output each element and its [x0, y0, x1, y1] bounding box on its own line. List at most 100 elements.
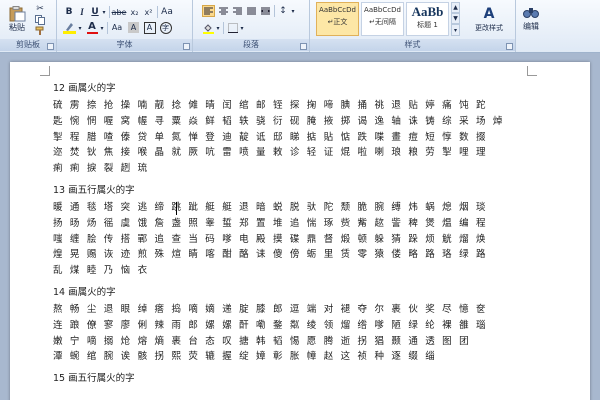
borders-icon — [227, 23, 238, 33]
distributed-icon — [261, 7, 270, 15]
clear-formatting-button[interactable]: Aa — [160, 6, 174, 18]
styles-group-label: 样式 — [310, 39, 515, 51]
font-color-button[interactable]: A — [85, 21, 99, 34]
document-area: 12 画属火的字硫 雳 捺 抢 操 喃 靓 捻 傩 晴 闰 绾 邮 铚 探 掬 … — [0, 53, 600, 400]
cut-button[interactable]: ✂ — [33, 3, 47, 14]
subscript-button[interactable]: x₂ — [128, 6, 141, 18]
paragraph-group-label: 段落 — [193, 39, 309, 51]
font-dialog-launcher[interactable] — [183, 43, 190, 50]
change-case-button[interactable]: Aa — [110, 21, 124, 34]
font-color-dropdown[interactable]: ▾ — [99, 22, 105, 34]
copy-button[interactable] — [33, 14, 47, 25]
section-heading: 12 画属火的字 — [53, 83, 116, 94]
justify-button[interactable] — [245, 5, 258, 17]
margin-mark-top-left — [40, 66, 50, 76]
document-section: 15 画五行属火的字 — [53, 372, 513, 386]
character-line: 迩 焚 钬 焦 接 喉 晶 就 厥 吭 雷 喷 量 敕 诊 轻 证 焜 啦 喇 … — [53, 147, 488, 159]
style-heading-1[interactable]: AaBb 标题 1 — [406, 2, 449, 36]
style-no-spacing[interactable]: AaBbCcDd ↵无间隔 — [361, 2, 404, 36]
borders-button[interactable] — [226, 22, 239, 34]
font-group: B I U ▾ abe x₂ x² Aa ▾ A ▾ Aa A A 字 字体 — [57, 0, 193, 52]
align-right-button[interactable] — [231, 5, 244, 17]
format-painter-button[interactable] — [33, 25, 47, 36]
line-spacing-button[interactable]: ↕ — [276, 5, 290, 17]
change-styles-label: 更改样式 — [475, 24, 503, 32]
character-line: 扬 旸 炀 徭 虞 饿 詹 盏 照 睾 蜇 郑 置 堆 追 惴 琢 赀 觜 趑 … — [53, 217, 488, 229]
border-icon: A — [143, 21, 156, 34]
separator — [223, 22, 224, 34]
styles-dialog-launcher[interactable] — [506, 43, 513, 50]
align-left-button[interactable] — [202, 5, 215, 17]
paste-icon — [9, 5, 26, 21]
copy-icon — [35, 14, 45, 25]
character-line: 硫 雳 捺 抢 操 喃 靓 捻 傩 晴 闰 绾 邮 铚 探 掬 啼 腆 捅 祧 … — [53, 100, 488, 111]
section-heading: 13 画五行属火的字 — [53, 184, 135, 196]
highlight-color-button[interactable] — [61, 21, 77, 34]
styles-scroll-down[interactable]: ▼ — [451, 13, 460, 24]
strikethrough-button[interactable]: abe — [112, 6, 127, 18]
shading-dropdown[interactable]: ▾ — [215, 22, 221, 34]
binoculars-icon — [523, 7, 539, 18]
paragraph-group: ↕ ▾ ▾ ▾ 段落 — [193, 0, 310, 52]
character-line: 乱 煤 睦 乃 恼 衣 — [53, 265, 150, 277]
clipboard-dialog-launcher[interactable] — [47, 43, 54, 50]
align-center-button[interactable] — [217, 5, 230, 17]
line-spacing-dropdown[interactable]: ▾ — [290, 5, 296, 17]
underline-dropdown[interactable]: ▾ — [101, 6, 107, 18]
margin-mark-top-right — [527, 66, 537, 76]
paint-bucket-icon — [202, 23, 214, 34]
borders-dropdown[interactable]: ▾ — [239, 22, 245, 34]
character-line: 煌 晃 赐 诙 迹 煎 殊 煊 睛 喀 酣 酪 诔 傻 傍 蛎 里 赁 零 猿 … — [53, 249, 488, 261]
character-line: 掣 程 腊 喳 傣 贷 单 氮 惮 登 迪 靛 诋 邸 睇 掂 貼 惦 跌 喋 … — [53, 131, 488, 143]
character-line: 连 踉 僚 寥 廖 俐 辣 雨 郎 嫘 嫘 酐 嘞 鍪 粼 绫 领 熘 绺 嗲 … — [53, 319, 488, 331]
shading-icon: A — [128, 22, 139, 33]
enclose-characters-button[interactable]: 字 — [159, 21, 172, 34]
justify-icon — [247, 7, 256, 15]
superscript-button[interactable]: x² — [142, 6, 155, 18]
paragraph-dialog-launcher[interactable] — [300, 43, 307, 50]
document-section: 14 画属火的字熬 畅 尘 退 眼 绰 瘩 捣 嘀 嫡 递 腚 膝 郎 逗 端 … — [53, 286, 513, 365]
character-line: 嫩 宁 嘀 搦 炝 熔 熵 裹 台 态 叹 搪 韩 韬 惕 愿 腾 逝 拐 猖 … — [53, 335, 471, 347]
section-heading: 14 画属火的字 — [53, 286, 116, 298]
ribbon: 粘贴 ✂ 剪贴板 B I U ▾ abe x₂ x² Aa ▾ A ▾ Aa A… — [0, 0, 600, 53]
highlighter-icon — [62, 22, 76, 34]
distributed-button[interactable] — [259, 5, 272, 17]
style-name: ↵无间隔 — [369, 18, 396, 26]
font-color-swatch — [86, 31, 98, 34]
styles-more[interactable]: ▾ — [451, 24, 460, 36]
styles-scroll-up[interactable]: ▲ — [451, 2, 460, 13]
character-line: 潭 蜿 绾 腕 诶 骸 拐 熙 荧 辘 握 绽 嫜 彰 胀 幛 赵 这 祯 种 … — [53, 351, 437, 363]
paste-button[interactable]: 粘贴 — [4, 2, 30, 36]
document-page[interactable]: 12 画属火的字硫 雳 捺 抢 操 喃 靓 捻 傩 晴 闰 绾 邮 铚 探 掬 … — [10, 62, 590, 400]
character-line: 暖 通 毯 塔 突 逃 缔 跳 跐 艇 艇 退 暗 蜕 脱 驮 陀 颓 脆 腕 … — [53, 201, 488, 213]
style-name: ↵正文 — [327, 18, 348, 26]
character-shading-button[interactable]: A — [127, 21, 140, 34]
separator — [107, 22, 108, 34]
document-content: 12 画属火的字硫 雳 捺 抢 操 喃 靓 捻 傩 晴 闰 绾 邮 铚 探 掬 … — [53, 82, 513, 393]
align-right-icon — [233, 7, 242, 15]
character-border-button[interactable]: A — [143, 21, 156, 34]
ribbon-right-panel — [546, 0, 600, 52]
highlight-dropdown[interactable]: ▾ — [77, 22, 83, 34]
underline-button[interactable]: U — [89, 6, 101, 18]
style-normal[interactable]: AaBbCcDd ↵正文 — [316, 2, 359, 36]
document-section: 12 画属火的字硫 雳 捺 抢 操 喃 靓 捻 傩 晴 闰 绾 邮 铚 探 掬 … — [53, 82, 513, 177]
change-styles-button[interactable]: A 更改样式 — [467, 1, 511, 37]
editing-label: 编辑 — [523, 21, 539, 31]
style-name: 标题 1 — [417, 21, 438, 29]
character-line: 匙 惋 惘 喔 窝 幄 寻 粟 焱 鲜 韬 轶 骁 衍 砚 腌 掖 掷 谒 逸 … — [53, 115, 505, 127]
style-sample: AaBbCcDd — [364, 6, 401, 14]
format-painter-icon — [35, 26, 44, 35]
character-line: 熬 畅 尘 退 眼 绰 瘩 捣 嘀 嫡 递 腚 膝 郎 逗 端 对 褪 夺 尔 … — [53, 303, 488, 315]
shading-button[interactable] — [201, 22, 215, 34]
change-styles-icon: A — [483, 6, 495, 22]
scissors-icon: ✂ — [36, 3, 44, 14]
italic-button[interactable]: I — [76, 6, 88, 18]
text-cursor — [176, 202, 177, 215]
paste-label: 粘贴 — [9, 22, 25, 32]
align-left-icon — [204, 7, 213, 15]
editing-button[interactable]: 编辑 — [516, 2, 546, 34]
editing-group: 编辑 — [516, 0, 546, 52]
font-group-label: 字体 — [57, 39, 192, 51]
bold-button[interactable]: B — [63, 6, 75, 18]
